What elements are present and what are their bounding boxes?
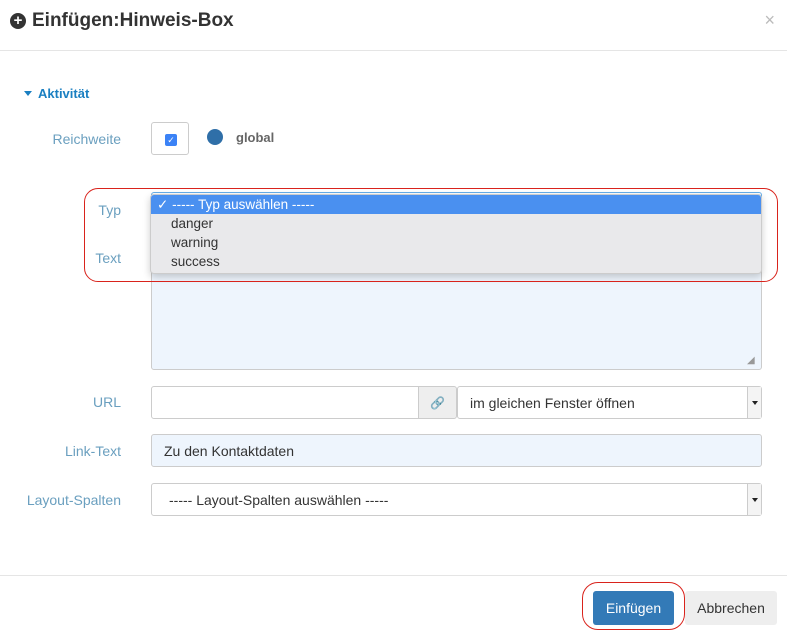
reichweite-label: Reichweite bbox=[52, 131, 121, 147]
close-button[interactable]: × bbox=[764, 10, 775, 31]
url-input[interactable] bbox=[151, 386, 419, 419]
resize-handle-icon[interactable]: ◢ bbox=[747, 355, 755, 366]
link-icon[interactable]: 🔗 bbox=[418, 386, 457, 419]
url-label: URL bbox=[92, 394, 121, 410]
footer-divider bbox=[0, 575, 787, 576]
linktext-label: Link-Text bbox=[64, 443, 121, 459]
reichweite-checkbox[interactable]: ✓ bbox=[165, 134, 177, 146]
layout-label: Layout-Spalten bbox=[26, 492, 121, 508]
reichweite-value: global bbox=[236, 130, 275, 145]
section-toggle-aktivitaet[interactable]: Aktivität bbox=[24, 86, 89, 101]
globe-icon bbox=[207, 129, 223, 145]
header-divider bbox=[0, 50, 787, 51]
plus-circle-icon: + bbox=[10, 13, 26, 29]
url-target-select[interactable]: im gleichen Fenster öffnen bbox=[457, 386, 762, 419]
cancel-button[interactable]: Abbrechen bbox=[685, 591, 777, 625]
linktext-input[interactable]: Zu den Kontaktdaten bbox=[151, 434, 762, 467]
highlight-outline bbox=[582, 582, 685, 630]
chevron-down-icon bbox=[747, 484, 761, 515]
chevron-down-icon bbox=[747, 387, 761, 418]
dialog-title: + Einfügen:Hinweis-Box bbox=[10, 10, 234, 32]
caret-down-icon bbox=[24, 91, 32, 96]
highlight-outline bbox=[84, 188, 778, 282]
layout-select[interactable]: ----- Layout-Spalten auswählen ----- bbox=[151, 483, 762, 516]
reichweite-checkbox-wrapper[interactable]: ✓ bbox=[151, 122, 189, 155]
